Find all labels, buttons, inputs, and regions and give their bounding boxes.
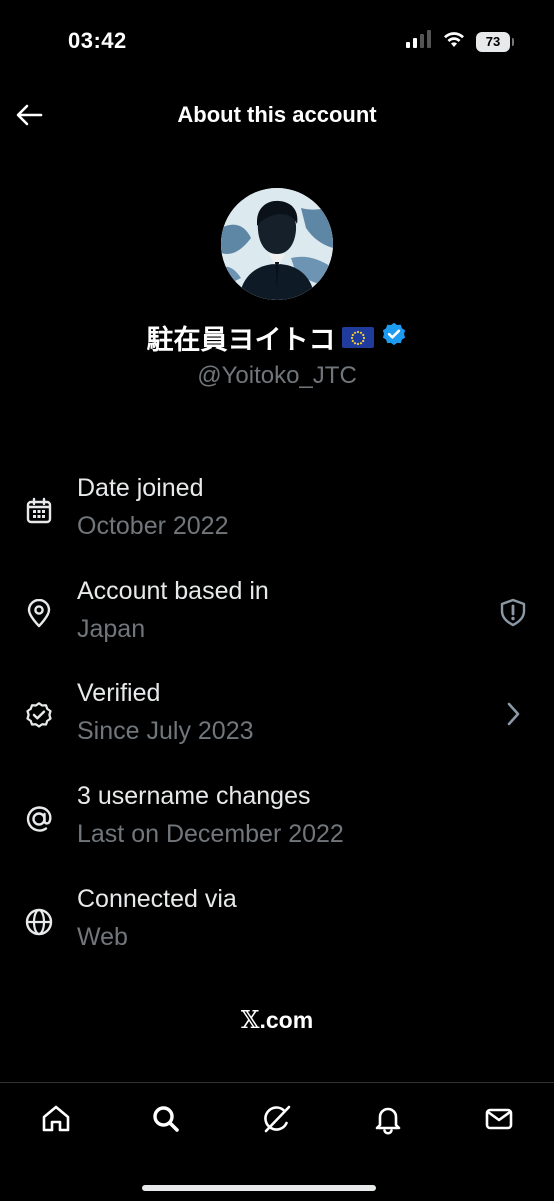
wifi-icon (442, 30, 466, 53)
x-com-link[interactable]: 𝕏.com (0, 1006, 554, 1034)
info-subtitle: Last on December 2022 (77, 820, 344, 848)
notifications-icon[interactable] (368, 1099, 408, 1139)
avatar[interactable] (221, 188, 333, 300)
info-title: Date joined (77, 474, 204, 502)
search-icon[interactable] (146, 1099, 186, 1139)
info-subtitle: Web (77, 923, 128, 951)
info-title: Account based in (77, 577, 269, 605)
info-title: 3 username changes (77, 782, 311, 810)
profile-handle: @Yoitoko_JTC (197, 362, 357, 389)
status-icons: 73 (406, 30, 514, 53)
globe-icon (22, 905, 56, 939)
location-pin-icon (22, 597, 56, 631)
display-name: 駐在員ヨイトコ (146, 325, 336, 356)
cellular-icon (406, 30, 432, 53)
verified-icon (22, 699, 56, 733)
verified-badge-icon (380, 321, 408, 354)
chevron-right-icon (498, 699, 528, 729)
home-indicator[interactable] (142, 1185, 376, 1191)
page-title: About this account (177, 102, 377, 127)
grok-icon[interactable] (257, 1099, 297, 1139)
info-subtitle: Japan (77, 615, 146, 643)
x-logo-icon: 𝕏 (240, 1006, 260, 1034)
status-bar: 03:42 73 (0, 0, 554, 80)
battery-icon: 73 (476, 31, 514, 52)
tab-bar (0, 1082, 554, 1201)
info-title: Connected via (77, 885, 237, 913)
battery-level: 73 (485, 34, 501, 49)
shield-alert-icon[interactable] (498, 597, 528, 627)
calendar-icon (22, 494, 56, 528)
info-row-account-based-in: Account based in Japan (0, 577, 554, 667)
at-sign-icon (22, 802, 56, 836)
info-row-date-joined: Date joined October 2022 (0, 474, 554, 564)
status-time: 03:42 (68, 28, 127, 53)
info-title: Verified (77, 679, 161, 707)
info-row-connected-via: Connected via Web (0, 885, 554, 975)
messages-icon[interactable] (479, 1099, 519, 1139)
home-icon[interactable] (36, 1099, 76, 1139)
info-subtitle: October 2022 (77, 512, 229, 540)
info-subtitle: Since July 2023 (77, 717, 254, 745)
x-com-text: .com (259, 1007, 314, 1033)
profile-name-row: 駐在員ヨイトコ (0, 318, 554, 357)
info-row-verified[interactable]: Verified Since July 2023 (0, 679, 554, 769)
info-row-username-changes: 3 username changes Last on December 2022 (0, 782, 554, 872)
eu-flag-icon (341, 327, 374, 348)
header: About this account (0, 92, 554, 138)
